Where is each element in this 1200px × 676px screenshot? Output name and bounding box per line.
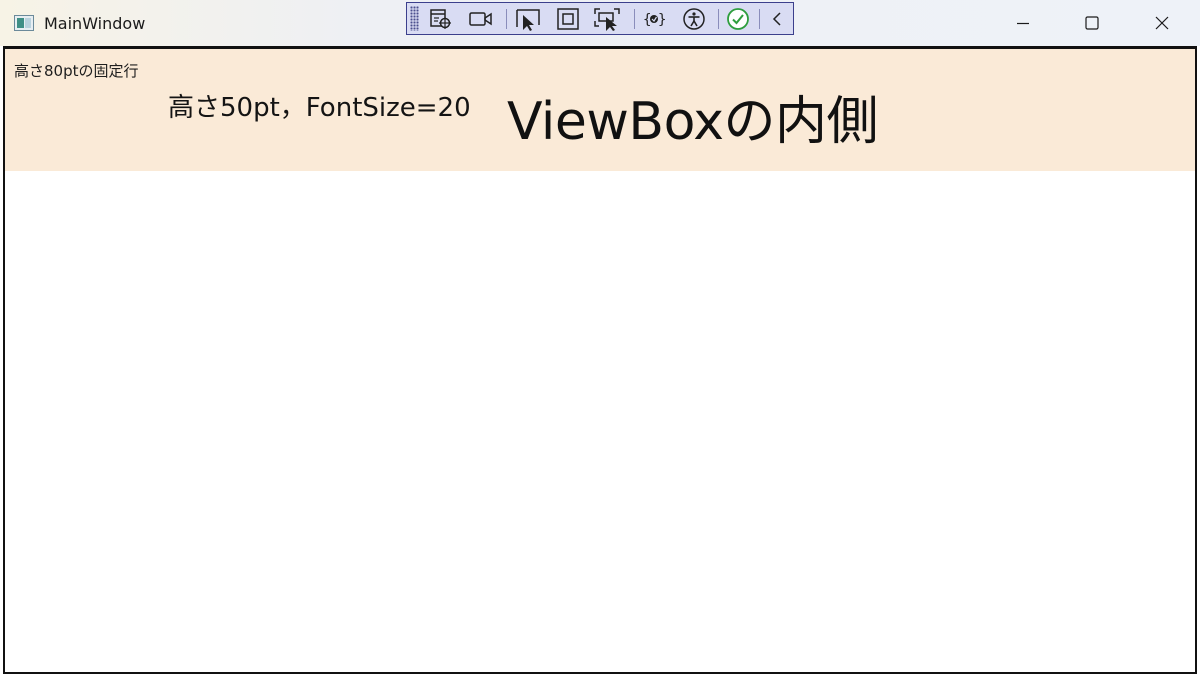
collapse-toolbar-icon[interactable] xyxy=(763,6,791,32)
maximize-button[interactable] xyxy=(1057,0,1127,46)
select-element-in-app-icon[interactable] xyxy=(427,6,455,32)
record-video-icon[interactable] xyxy=(467,6,495,32)
app-icon xyxy=(14,15,34,31)
toolbar-grip[interactable] xyxy=(410,6,419,31)
maximize-icon xyxy=(1085,16,1099,30)
close-icon xyxy=(1155,16,1169,30)
fixed-height-row: 高さ80ptの固定行 高さ50pt，FontSize=20 ViewBoxの内側 xyxy=(5,49,1195,171)
toolbar-separator xyxy=(506,9,507,29)
selection-mode-icon[interactable] xyxy=(514,6,542,32)
minimize-button[interactable] xyxy=(988,0,1058,46)
display-layout-adorners-icon[interactable] xyxy=(554,6,582,32)
viewbox-textblock: ViewBoxの内側 xyxy=(507,92,879,152)
title-bar[interactable]: MainWindow {} xyxy=(0,0,1200,46)
client-area: 高さ80ptの固定行 高さ50pt，FontSize=20 ViewBoxの内側 xyxy=(3,46,1197,674)
minimize-icon xyxy=(1017,22,1029,25)
close-button[interactable] xyxy=(1127,0,1197,46)
window-title: MainWindow xyxy=(44,14,146,33)
toolbar-separator xyxy=(634,9,635,29)
track-focused-element-icon[interactable] xyxy=(593,6,621,32)
main-window: MainWindow {} 高さ80ptの固定行 高さ50pt，FontSiz… xyxy=(0,0,1200,676)
svg-text:}: } xyxy=(658,12,666,28)
fixed-height-textblock: 高さ50pt，FontSize=20 xyxy=(168,93,471,123)
toolbar-separator xyxy=(718,9,719,29)
toolbar-separator xyxy=(759,9,760,29)
scan-checkmark-icon[interactable] xyxy=(724,6,752,32)
fixed-row-label: 高さ80ptの固定行 xyxy=(14,62,139,80)
accessibility-checker-icon[interactable] xyxy=(680,6,708,32)
wpf-debug-toolbar: { } xyxy=(406,2,794,35)
binding-failures-icon[interactable]: { } xyxy=(640,6,668,32)
